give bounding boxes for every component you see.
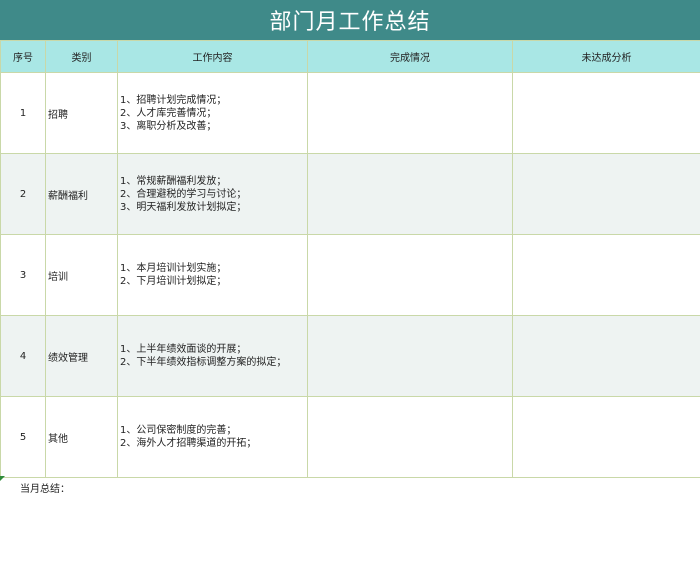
row-analysis-cell[interactable] xyxy=(512,315,700,397)
row-category-cell[interactable]: 招聘 xyxy=(45,72,118,154)
row-category-cell[interactable]: 其他 xyxy=(45,396,118,478)
row-content-cell[interactable]: 1、招聘计划完成情况； 2、人才库完善情况； 3、离职分析及改善； xyxy=(117,72,308,154)
content-line: 3、离职分析及改善； xyxy=(120,120,217,132)
content-line: 2、下半年绩效指标调整方案的拟定； xyxy=(120,357,287,368)
row-completion-cell[interactable] xyxy=(307,396,513,478)
row-content-cell[interactable]: 1、公司保密制度的完善； 2、海外人才招聘渠道的开拓； xyxy=(117,396,308,478)
content-line: 1、公司保密制度的完善； xyxy=(120,425,237,436)
cell-comment-marker xyxy=(0,476,5,481)
row-index-cell[interactable]: 1 xyxy=(0,72,46,154)
row-category-cell[interactable]: 绩效管理 xyxy=(45,315,118,397)
monthly-summary-label[interactable]: 当月总结： xyxy=(20,480,70,495)
header-completion[interactable]: 完成情况 xyxy=(307,40,513,73)
content-line: 3、明天福利发放计划拟定； xyxy=(120,201,247,213)
table-row: 5 其他 1、公司保密制度的完善； 2、海外人才招聘渠道的开拓； xyxy=(0,396,700,478)
table-row: 4 绩效管理 1、上半年绩效面谈的开展； 2、下半年绩效指标调整方案的拟定； xyxy=(0,315,700,397)
content-line: 1、本月培训计划实施； xyxy=(120,263,227,274)
table-row: 1 招聘 1、招聘计划完成情况； 2、人才库完善情况； 3、离职分析及改善； xyxy=(0,72,700,154)
row-completion-cell[interactable] xyxy=(307,315,513,397)
row-analysis-cell[interactable] xyxy=(512,396,700,478)
table-row: 2 薪酬福利 1、常规薪酬福利发放； 2、合理避税的学习与讨论； 3、明天福利发… xyxy=(0,153,700,235)
row-index-cell[interactable]: 5 xyxy=(0,396,46,478)
row-index-cell[interactable]: 3 xyxy=(0,234,46,316)
row-analysis-cell[interactable] xyxy=(512,234,700,316)
row-category-cell[interactable]: 薪酬福利 xyxy=(45,153,118,235)
table-row: 3 培训 1、本月培训计划实施； 2、下月培训计划拟定； xyxy=(0,234,700,316)
row-content-cell[interactable]: 1、常规薪酬福利发放； 2、合理避税的学习与讨论； 3、明天福利发放计划拟定； xyxy=(117,153,308,235)
row-category-cell[interactable]: 培训 xyxy=(45,234,118,316)
content-line: 2、合理避税的学习与讨论； xyxy=(120,188,247,200)
header-row: 序号 类别 工作内容 完成情况 未达成分析 xyxy=(0,40,700,73)
row-analysis-cell[interactable] xyxy=(512,72,700,154)
page-title: 部门月工作总结 xyxy=(0,0,700,40)
content-line: 1、招聘计划完成情况； xyxy=(120,94,227,106)
work-summary-table: 序号 类别 工作内容 完成情况 未达成分析 1 招聘 1、招聘计划完成情况； 2… xyxy=(0,40,700,478)
header-category[interactable]: 类别 xyxy=(45,40,118,73)
row-completion-cell[interactable] xyxy=(307,153,513,235)
header-content[interactable]: 工作内容 xyxy=(117,40,308,73)
header-index[interactable]: 序号 xyxy=(0,40,46,73)
content-line: 2、人才库完善情况； xyxy=(120,107,217,119)
row-analysis-cell[interactable] xyxy=(512,153,700,235)
row-completion-cell[interactable] xyxy=(307,72,513,154)
content-line: 2、海外人才招聘渠道的开拓； xyxy=(120,438,257,449)
row-content-cell[interactable]: 1、上半年绩效面谈的开展； 2、下半年绩效指标调整方案的拟定； xyxy=(117,315,308,397)
content-line: 1、常规薪酬福利发放； xyxy=(120,175,227,187)
row-index-cell[interactable]: 2 xyxy=(0,153,46,235)
row-index-cell[interactable]: 4 xyxy=(0,315,46,397)
row-content-cell[interactable]: 1、本月培训计划实施； 2、下月培训计划拟定； xyxy=(117,234,308,316)
content-line: 1、上半年绩效面谈的开展； xyxy=(120,344,247,355)
header-analysis[interactable]: 未达成分析 xyxy=(512,40,700,73)
row-completion-cell[interactable] xyxy=(307,234,513,316)
content-line: 2、下月培训计划拟定； xyxy=(120,276,227,287)
